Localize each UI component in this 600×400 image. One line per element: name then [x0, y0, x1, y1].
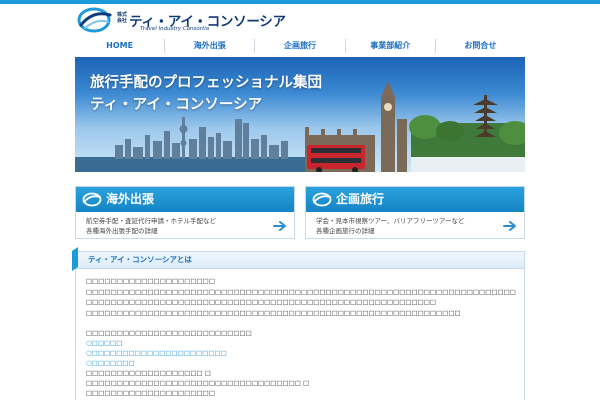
- about-line: □□□□□□□□□□□□□□□□□□□□□□□□□□□□□□□□□□□ □: [86, 379, 310, 387]
- card-business-trip-header: 海外出張: [76, 187, 294, 212]
- arrow-right-icon[interactable]: [503, 221, 517, 231]
- about-section: ティ・アイ・コンソーシアとは □□□□□□□□□□□□□□□□□□□□□ □□□…: [72, 247, 525, 400]
- about-line: □□□□□□□□□□□□□□□□□□□□□□□□□□□: [86, 329, 252, 337]
- hero-banner: 旅行手配のプロフェッショナル集団 ティ・アイ・コンソーシア: [75, 57, 525, 172]
- top-accent-bar: [0, 0, 600, 4]
- nav-divisions[interactable]: 事業部紹介: [344, 39, 435, 53]
- card-business-trip-desc-line1: 航空券手配・査証代行申請・ホテル手配など: [86, 217, 216, 225]
- swoosh-logo-icon: [82, 192, 102, 207]
- hero-heading-line2: ティ・アイ・コンソーシア: [90, 97, 263, 113]
- nav-planned-tours[interactable]: 企画旅行: [254, 39, 344, 53]
- card-business-trip-description: 航空券手配・査証代行申請・ホテル手配など 各種海外出張手配の詳細: [86, 216, 216, 236]
- about-link[interactable]: ○□□□□□□□□□□□□□□□□□□□□□□: [86, 348, 516, 358]
- about-link[interactable]: ○□□□□□: [86, 338, 516, 348]
- card-planned-tours[interactable]: 企画旅行 学会・見本市視察ツアー、バリアフリーツアーなど 各種企画旅行の詳細: [305, 186, 525, 239]
- card-business-trip-title: 海外出張: [106, 192, 155, 206]
- hero-heading-line1: 旅行手配のプロフェッショナル集団: [90, 75, 322, 91]
- about-section-header: ティ・アイ・コンソーシアとは: [72, 247, 524, 271]
- nav-home[interactable]: HOME: [75, 39, 164, 53]
- logo-kabushiki: 株式会社: [117, 12, 128, 24]
- global-nav: HOME 海外出張 企画旅行 事業部紹介 お問合せ: [75, 39, 525, 53]
- arrow-right-icon[interactable]: [273, 221, 287, 231]
- about-section-body: □□□□□□□□□□□□□□□□□□□□□ □□□□□□□□□□□□□□□□□□…: [86, 276, 516, 400]
- swoosh-logo-icon: [312, 192, 332, 207]
- card-planned-tours-description: 学会・見本市視察ツアー、バリアフリーツアーなど 各種企画旅行の詳細: [316, 216, 465, 236]
- about-line: □□□□□□□□□□□□□□□□□□□ □: [86, 369, 211, 377]
- nav-contact[interactable]: お問合せ: [434, 39, 525, 53]
- about-paragraph: □□□□□□□□□□□□□□□□□□□□□□□□□□□□□□□□□□□□□□□□…: [86, 298, 437, 306]
- logo-kabushiki-text: 株式会社: [117, 12, 128, 24]
- logo-english-name: Travel Industry Consortia: [140, 26, 210, 32]
- ribbon-decoration-icon: [72, 247, 78, 271]
- about-paragraph: □□□□□□□□□□□□□□□□□□□□□□□□□□□□□□□□□□□□□□□□…: [86, 308, 461, 317]
- card-planned-tours-desc-line2: 各種企画旅行の詳細: [316, 227, 375, 235]
- about-paragraph: □□□□□□□□□□□□□□□□□□□□□□□□□□□□□□□□□□□□□□□□…: [86, 287, 516, 296]
- card-planned-tours-title: 企画旅行: [336, 192, 385, 206]
- about-line: □□□□□□□□□□□□□□□□□□□□□: [86, 389, 215, 397]
- card-planned-tours-desc-line1: 学会・見本市視察ツアー、バリアフリーツアーなど: [316, 217, 465, 225]
- card-planned-tours-header: 企画旅行: [306, 187, 524, 212]
- nav-business-trip[interactable]: 海外出張: [164, 39, 254, 53]
- card-business-trip[interactable]: 海外出張 航空券手配・査証代行申請・ホテル手配など 各種海外出張手配の詳細: [75, 186, 295, 239]
- card-business-trip-desc-line2: 各種海外出張手配の詳細: [86, 227, 158, 235]
- about-paragraph: □□□□□□□□□□□□□□□□□□□□□: [86, 277, 215, 285]
- about-section-title: ティ・アイ・コンソーシアとは: [88, 255, 192, 264]
- swoosh-logo-icon: [77, 7, 112, 33]
- about-link[interactable]: ○□□□□□□□: [86, 358, 516, 368]
